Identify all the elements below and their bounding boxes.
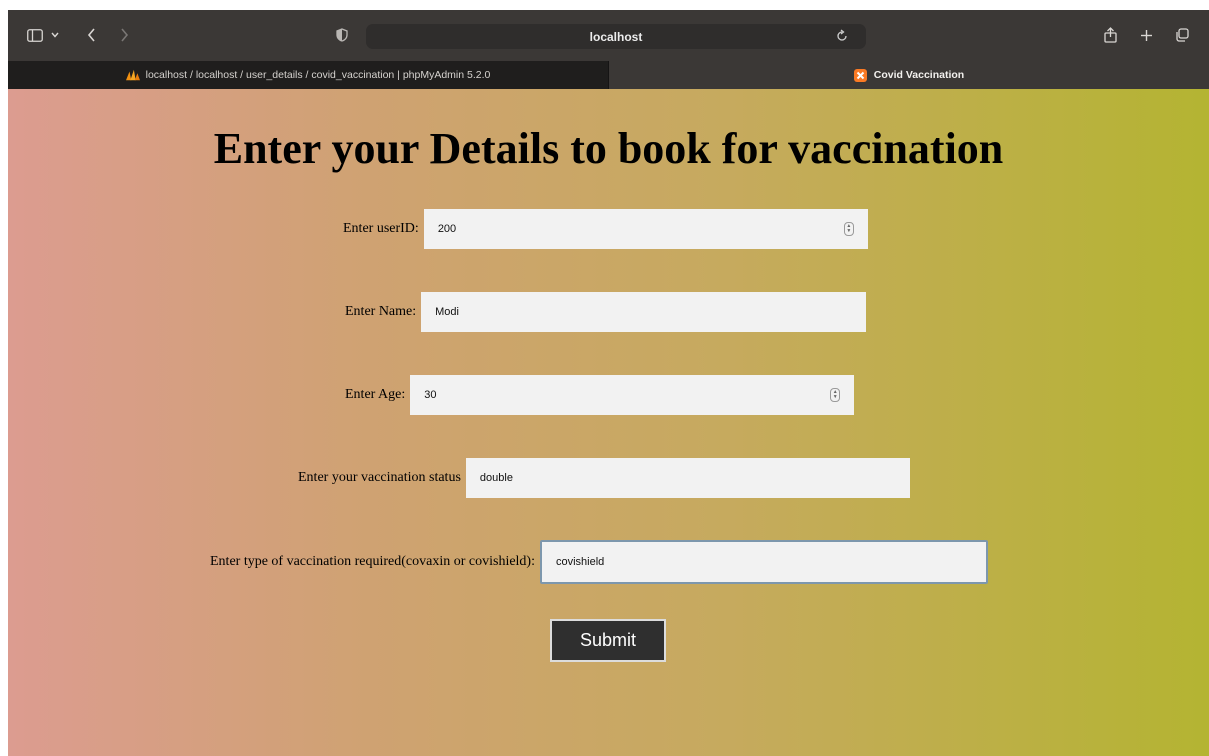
- address-text: localhost: [589, 29, 643, 44]
- tab-covid-vaccination[interactable]: Covid Vaccination: [609, 61, 1209, 89]
- age-value: 30: [424, 389, 437, 401]
- status-input[interactable]: double: [465, 458, 910, 498]
- page-title: Enter your Details to book for vaccinati…: [213, 124, 1004, 173]
- status-label: Enter your vaccination status: [298, 470, 461, 485]
- tab-label: Covid Vaccination: [873, 69, 965, 81]
- reload-icon[interactable]: [836, 29, 848, 45]
- tab-phpmyadmin[interactable]: localhost / localhost / user_details / c…: [8, 61, 609, 89]
- phpmyadmin-icon: [125, 68, 140, 82]
- vaccine-type-value: covishield: [556, 556, 605, 568]
- vaccine-type-label: Enter type of vaccination required(covax…: [210, 554, 535, 569]
- number-stepper-icon[interactable]: ▲ ▼: [843, 222, 854, 236]
- privacy-shield-icon[interactable]: [334, 22, 350, 48]
- share-icon[interactable]: [1101, 22, 1119, 48]
- status-value: double: [479, 472, 513, 484]
- page-content: Enter your Details to book for vaccinati…: [8, 89, 1209, 756]
- userid-value: 200: [437, 223, 457, 235]
- tab-label: localhost / localhost / user_details / c…: [145, 69, 491, 81]
- userid-row: Enter userID: 200 ▲ ▼: [343, 209, 868, 249]
- vaccine-type-row: Enter type of vaccination required(covax…: [210, 540, 988, 584]
- xampp-icon: [854, 68, 868, 82]
- new-tab-icon[interactable]: [1137, 22, 1155, 48]
- name-input[interactable]: Modi: [421, 292, 867, 332]
- back-icon[interactable]: [83, 22, 99, 48]
- browser-toolbar: localhost: [8, 10, 1209, 61]
- number-stepper-icon[interactable]: ▲ ▼: [830, 388, 841, 402]
- age-label: Enter Age:: [345, 387, 406, 402]
- forward-icon[interactable]: [116, 22, 132, 48]
- chevron-down-icon[interactable]: [48, 22, 62, 48]
- userid-label: Enter userID:: [343, 221, 419, 236]
- name-label: Enter Name:: [345, 304, 417, 319]
- name-row: Enter Name: Modi: [345, 292, 867, 332]
- vaccine-type-input[interactable]: covishield: [540, 540, 988, 584]
- age-row: Enter Age: 30 ▲ ▼: [345, 375, 855, 415]
- userid-input[interactable]: 200 ▲ ▼: [423, 209, 868, 249]
- address-bar[interactable]: localhost: [366, 24, 866, 49]
- submit-button[interactable]: Submit: [550, 619, 666, 662]
- name-value: Modi: [435, 306, 459, 318]
- sidebar-toggle-icon[interactable]: [24, 22, 46, 48]
- status-row: Enter your vaccination status double: [298, 458, 910, 498]
- tab-overview-icon[interactable]: [1173, 22, 1191, 48]
- browser-window: localhost localhost / localhost / user_d…: [8, 10, 1209, 756]
- age-input[interactable]: 30 ▲ ▼: [410, 375, 855, 415]
- tab-bar: localhost / localhost / user_details / c…: [8, 61, 1209, 89]
